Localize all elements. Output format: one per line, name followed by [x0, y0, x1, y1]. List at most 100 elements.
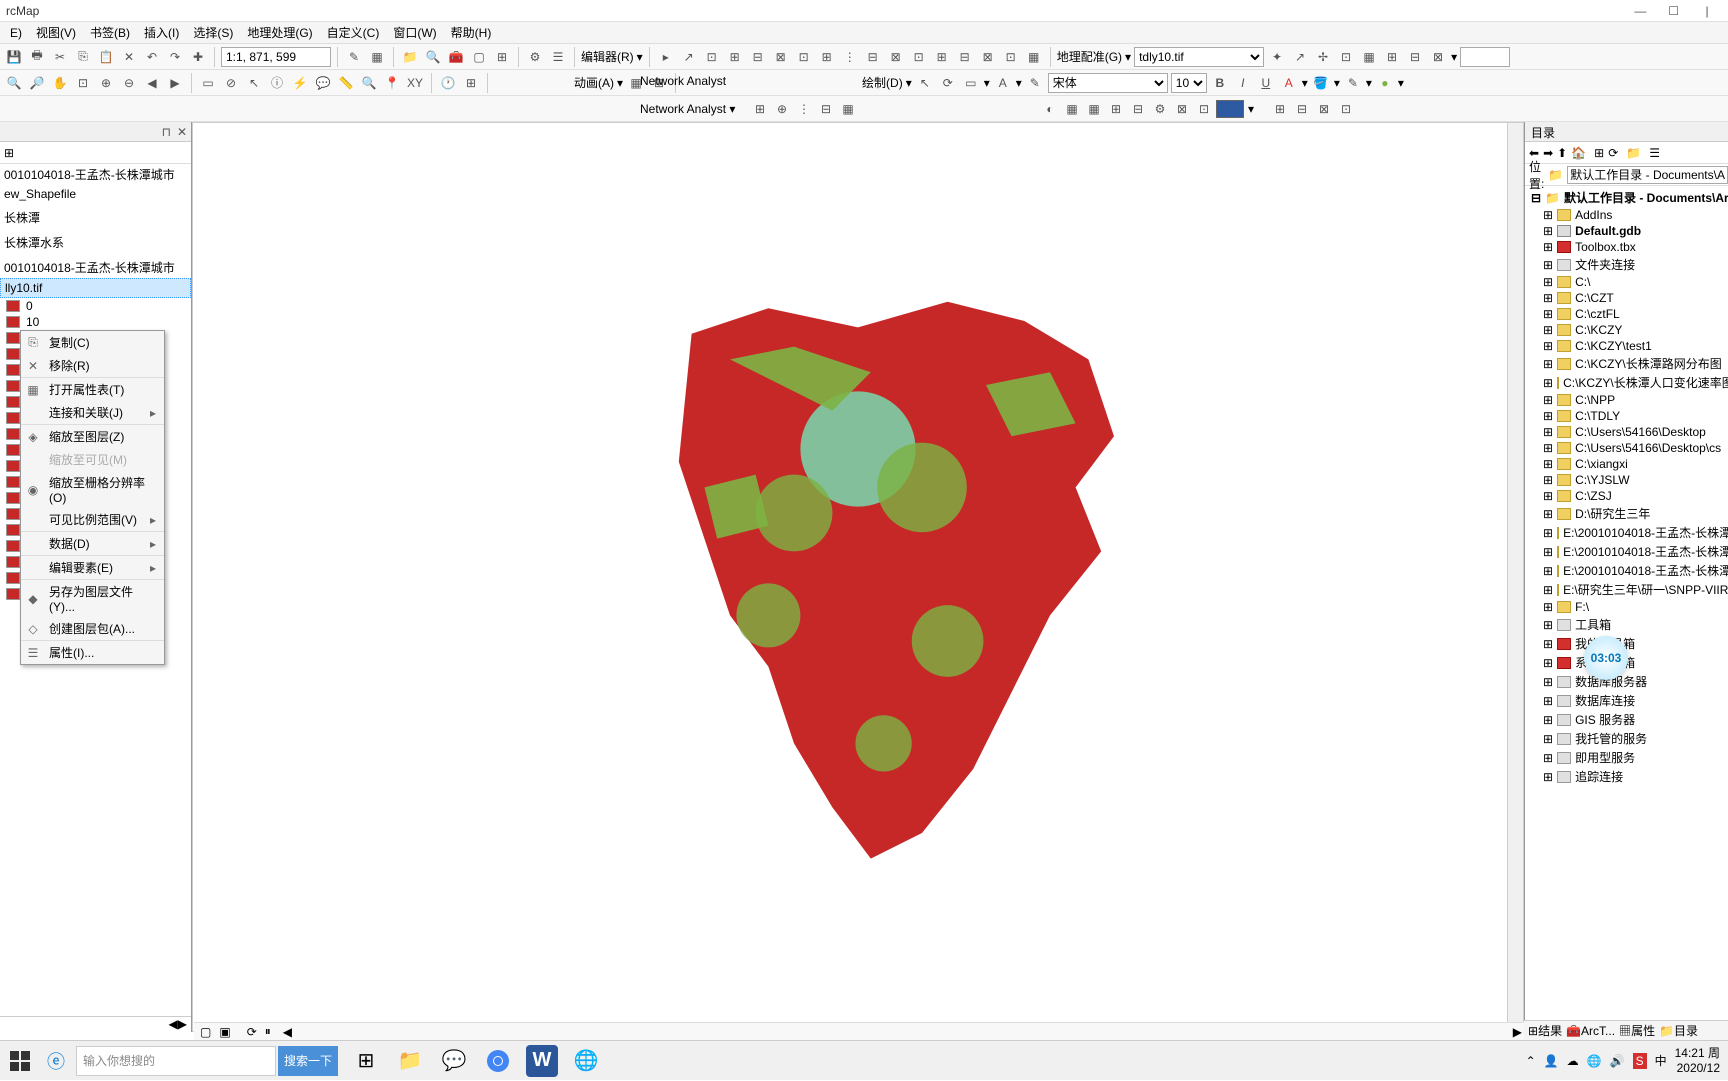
edit-tool-icon[interactable]: ⊠: [978, 47, 998, 67]
tray-cloud-icon[interactable]: ☁: [1567, 1054, 1579, 1068]
find-icon[interactable]: 🔍: [359, 73, 379, 93]
edit-tool-icon[interactable]: ⊞: [725, 47, 745, 67]
georef-tool-icon[interactable]: ✦: [1267, 47, 1287, 67]
search-button[interactable]: 搜索一下: [278, 1046, 338, 1076]
data-view-icon[interactable]: ▢: [200, 1025, 211, 1039]
edit-tool-icon[interactable]: ⊟: [955, 47, 975, 67]
georef-tool-icon[interactable]: ▦: [1359, 47, 1379, 67]
scroll-right-icon[interactable]: ▶: [1513, 1025, 1522, 1039]
catalog-item[interactable]: ⊞C:\Users\54166\Desktop: [1525, 424, 1728, 440]
catalog-tree[interactable]: ⊟ 📁 默认工作目录 - Documents\ArcGIS ⊞AddIns⊞De…: [1525, 186, 1728, 1032]
fixed-zoom-in-icon[interactable]: ⊕: [96, 73, 116, 93]
expand-icon[interactable]: ⊞: [1543, 409, 1553, 423]
chevron-down-icon[interactable]: ▾: [1248, 102, 1254, 116]
spatial-tool-icon[interactable]: ⊠: [1172, 99, 1192, 119]
line-color-icon[interactable]: ✎: [1343, 73, 1363, 93]
menu-selection[interactable]: 选择(S): [187, 22, 239, 43]
expand-icon[interactable]: ⊞: [1543, 600, 1553, 614]
menu-geoprocessing[interactable]: 地理处理(G): [241, 22, 318, 43]
context-menu-item[interactable]: ◆另存为图层文件(Y)...: [21, 580, 164, 617]
arcmap-icon[interactable]: 🌐: [570, 1045, 602, 1077]
close-button[interactable]: |: [1692, 4, 1722, 18]
na-tool-icon[interactable]: ⊟: [816, 99, 836, 119]
python-icon[interactable]: ▢: [469, 47, 489, 67]
chevron-down-icon[interactable]: ▾: [984, 76, 990, 90]
georef-tool-icon[interactable]: ⊟: [1405, 47, 1425, 67]
rectangle-icon[interactable]: ▭: [961, 73, 981, 93]
chevron-down-icon[interactable]: ▾: [1125, 50, 1131, 64]
time-slider-icon[interactable]: 🕐: [438, 73, 458, 93]
fontsize-select[interactable]: 10: [1171, 73, 1207, 93]
print-icon[interactable]: 🖶: [27, 47, 47, 67]
arctoolbox-icon[interactable]: 🧰: [446, 47, 466, 67]
modelbuilder-icon[interactable]: ⊞: [492, 47, 512, 67]
chevron-down-icon[interactable]: ▾: [1016, 76, 1022, 90]
scroll-left-icon[interactable]: ◀: [283, 1025, 292, 1039]
catalog-icon[interactable]: 📁: [400, 47, 420, 67]
context-menu-item[interactable]: 数据(D)▸: [21, 532, 164, 556]
underline-icon[interactable]: U: [1256, 73, 1276, 93]
catalog-item[interactable]: ⊞F:\: [1525, 599, 1728, 615]
expand-icon[interactable]: ⊞: [1543, 751, 1553, 765]
catalog-item[interactable]: ⊞C:\KCZY\长株潭人口变化速率图: [1525, 373, 1728, 392]
context-menu-item[interactable]: ◈缩放至图层(Z): [21, 425, 164, 448]
chevron-down-icon[interactable]: ▾: [637, 50, 643, 64]
scroll-right-icon[interactable]: ▶: [178, 1017, 187, 1032]
georef-layer-select[interactable]: tdly10.tif: [1134, 47, 1264, 67]
select-icon[interactable]: ▭: [198, 73, 218, 93]
map-view[interactable]: [192, 122, 1524, 1032]
catalog-item[interactable]: ⊞C:\Users\54166\Desktop\cs: [1525, 440, 1728, 456]
marker-color-icon[interactable]: ●: [1375, 73, 1395, 93]
legend-value[interactable]: 10: [0, 314, 191, 330]
italic-icon[interactable]: I: [1233, 73, 1253, 93]
go-to-xy-icon[interactable]: XY: [405, 73, 425, 93]
home-icon[interactable]: 🏠: [1571, 146, 1586, 160]
catalog-item[interactable]: ⊞C:\cztFL: [1525, 306, 1728, 322]
bold-icon[interactable]: B: [1210, 73, 1230, 93]
expand-icon[interactable]: ⊞: [1543, 376, 1553, 390]
network-analyst-dropdown[interactable]: Network Analyst: [640, 74, 726, 88]
tab-results[interactable]: ⊞结果: [1528, 1022, 1562, 1039]
chevron-down-icon[interactable]: ▾: [1334, 76, 1340, 90]
catalog-item[interactable]: ⊞数据库服务器: [1525, 672, 1728, 691]
layout-view-icon[interactable]: ▣: [219, 1025, 230, 1039]
text-icon[interactable]: A: [993, 73, 1013, 93]
up-icon[interactable]: ⬆: [1557, 146, 1567, 160]
menu-windows[interactable]: 窗口(W): [387, 22, 442, 43]
edit-tool-icon[interactable]: ⊟: [748, 47, 768, 67]
chevron-down-icon[interactable]: ▾: [906, 76, 912, 90]
na-tool-icon[interactable]: ⊕: [772, 99, 792, 119]
toc-layer-selected[interactable]: lly10.tif: [0, 278, 191, 298]
catalog-root[interactable]: ⊟ 📁 默认工作目录 - Documents\ArcGIS: [1525, 188, 1728, 207]
na-tool-icon[interactable]: ⊞: [750, 99, 770, 119]
select-elements-icon[interactable]: ↖: [244, 73, 264, 93]
legend-value[interactable]: 0: [0, 298, 191, 314]
chrome-icon[interactable]: [482, 1045, 514, 1077]
catalog-item[interactable]: ⊞追踪连接: [1525, 767, 1728, 786]
catalog-item[interactable]: ⊞C:\ZSJ: [1525, 488, 1728, 504]
expand-icon[interactable]: ⊞: [1543, 770, 1553, 784]
menu-customize[interactable]: 自定义(C): [321, 22, 386, 43]
toc-scrollbar-h[interactable]: ◀ ▶: [0, 1016, 191, 1032]
catalog-item[interactable]: ⊞C:\TDLY: [1525, 408, 1728, 424]
expand-icon[interactable]: ⊞: [1543, 507, 1553, 521]
context-menu-item[interactable]: 连接和关联(J)▸: [21, 401, 164, 425]
edge-icon[interactable]: ⓔ: [40, 1048, 72, 1074]
connect-folder-icon[interactable]: 📁: [1626, 146, 1641, 160]
context-menu-item[interactable]: ◉缩放至栅格分辨率(O): [21, 471, 164, 508]
edit-tool-icon[interactable]: ⊞: [817, 47, 837, 67]
zoom-in-icon[interactable]: 🔍: [4, 73, 24, 93]
expand-icon[interactable]: ⊞: [1543, 208, 1553, 222]
expand-icon[interactable]: ⊞: [1543, 441, 1553, 455]
file-explorer-icon[interactable]: 📁: [394, 1045, 426, 1077]
refresh-icon[interactable]: ⟳: [247, 1025, 257, 1039]
layout-tool-icon[interactable]: ⊞: [1270, 99, 1290, 119]
zoom-out-icon[interactable]: 🔎: [27, 73, 47, 93]
add-data-icon[interactable]: ✚: [188, 47, 208, 67]
layout-tool-icon[interactable]: ⊟: [1292, 99, 1312, 119]
menu-help[interactable]: 帮助(H): [445, 22, 498, 43]
spatial-tool-icon[interactable]: ⊟: [1128, 99, 1148, 119]
search-icon[interactable]: 🔍: [423, 47, 443, 67]
tray-lang-icon[interactable]: 中: [1655, 1052, 1667, 1069]
expand-icon[interactable]: ⊞: [1543, 713, 1553, 727]
